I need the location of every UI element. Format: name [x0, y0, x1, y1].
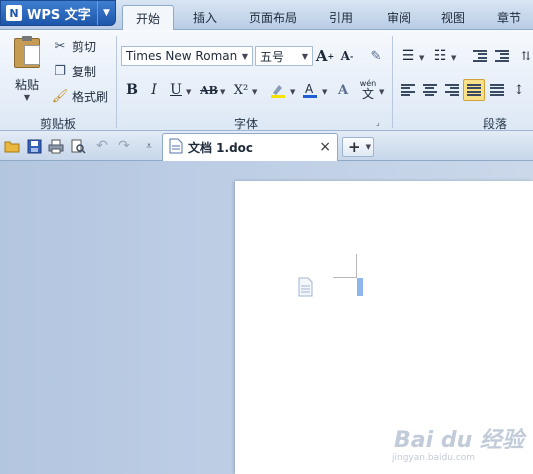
- highlight-button[interactable]: [268, 80, 288, 100]
- clipboard-group-label: 剪贴板: [40, 117, 77, 131]
- copy-icon: ❐: [54, 63, 66, 79]
- copy-label: 复制: [72, 64, 97, 79]
- highlighter-icon: [271, 85, 285, 98]
- paste-button[interactable]: 粘贴 ▼: [8, 36, 46, 106]
- strikethrough-button[interactable]: AB: [198, 80, 220, 100]
- chevron-down-icon[interactable]: ▼: [220, 88, 225, 96]
- distributed-align-icon[interactable]: [487, 80, 507, 100]
- char-shading-icon[interactable]: A: [333, 80, 353, 100]
- copy-button[interactable]: ❐ 复制: [52, 61, 96, 81]
- close-icon[interactable]: ×: [319, 139, 331, 155]
- chevron-down-icon[interactable]: ▼: [379, 88, 384, 96]
- chevron-down-icon[interactable]: ▼: [97, 1, 115, 25]
- font-group-label: 字体: [234, 117, 259, 131]
- tab-page-layout[interactable]: 页面布局: [240, 5, 306, 30]
- tab-home[interactable]: 开始: [122, 5, 174, 30]
- justify-icon: [467, 84, 481, 96]
- line-spacing-icon[interactable]: ↕: [509, 80, 529, 100]
- scissors-icon: ✂: [54, 38, 66, 54]
- decrease-indent-icon[interactable]: [470, 46, 490, 66]
- chevron-down-icon[interactable]: ▼: [366, 143, 371, 151]
- chevron-down-icon[interactable]: ▼: [451, 54, 456, 62]
- shrink-font-button[interactable]: A-: [337, 46, 357, 66]
- increase-indent-icon[interactable]: [492, 46, 512, 66]
- divider: [392, 36, 393, 128]
- chevron-down-icon[interactable]: ▼: [419, 54, 424, 62]
- format-painter-label: 格式刷: [72, 89, 109, 104]
- bullet-list-icon[interactable]: ☰: [398, 46, 418, 66]
- underline-button[interactable]: U: [166, 80, 186, 100]
- print-preview-icon[interactable]: [69, 137, 87, 155]
- new-tab-button[interactable]: + ▼: [342, 137, 374, 157]
- tab-section[interactable]: 章节: [485, 5, 533, 30]
- watermark-text: Bai du 经验: [394, 428, 524, 453]
- wps-logo-icon: N: [6, 5, 22, 21]
- format-painter-button[interactable]: 🖌 格式刷: [52, 86, 108, 106]
- paste-label: 粘贴: [14, 78, 39, 92]
- app-title: WPS 文字: [27, 7, 91, 23]
- phonetic-char-icon: 文: [361, 87, 374, 101]
- chevron-down-icon[interactable]: ▼: [238, 47, 252, 65]
- margin-mark: [333, 277, 357, 278]
- document-tab-title: 文档 1.doc: [188, 141, 254, 155]
- font-name-value: Times New Roman: [126, 49, 238, 63]
- font-size-select[interactable]: 五号 ▼: [255, 46, 313, 66]
- tab-insert[interactable]: 插入: [180, 5, 230, 30]
- dialog-launcher-icon[interactable]: ⌟: [376, 118, 380, 127]
- justify-button[interactable]: [463, 79, 485, 101]
- customize-toolbar-icon[interactable]: ⩡: [140, 137, 158, 155]
- align-center-icon[interactable]: [420, 80, 440, 100]
- font-color-button[interactable]: A: [300, 80, 320, 100]
- paste-option-icon[interactable]: [298, 277, 314, 300]
- chevron-down-icon[interactable]: ▼: [24, 93, 30, 102]
- baidu-watermark: Bai du 经验 jingyan.baidu.com: [382, 420, 532, 474]
- paragraph-group-label: 段落: [483, 117, 508, 131]
- grow-font-button[interactable]: A +: [315, 46, 335, 66]
- save-icon[interactable]: [25, 137, 43, 155]
- phonetic-guide-button[interactable]: wén 文: [356, 78, 380, 102]
- document-tab[interactable]: 文档 1.doc ×: [162, 133, 338, 161]
- sort-icon[interactable]: ⇅: [516, 46, 533, 66]
- bold-button[interactable]: B: [122, 80, 142, 100]
- chevron-down-icon[interactable]: ▼: [322, 88, 327, 96]
- font-name-select[interactable]: Times New Roman ▼: [121, 46, 253, 66]
- undo-icon[interactable]: ↶: [93, 137, 111, 155]
- italic-button[interactable]: I: [144, 80, 164, 100]
- tab-view[interactable]: 视图: [430, 5, 476, 30]
- divider: [116, 36, 117, 128]
- chevron-down-icon[interactable]: ▼: [298, 47, 312, 65]
- plus-icon: +: [348, 138, 361, 156]
- ribbon: 粘贴 ▼ ✂ 剪切 ❐ 复制 🖌 格式刷 剪贴板 Times New Roman…: [0, 30, 533, 131]
- font-size-value: 五号: [260, 49, 285, 64]
- align-left-icon[interactable]: [398, 80, 418, 100]
- font-color-icon: A: [303, 82, 317, 98]
- superscript-button[interactable]: X²: [230, 80, 252, 100]
- text-cursor: [357, 278, 363, 296]
- tab-review[interactable]: 审阅: [374, 5, 424, 30]
- tab-references[interactable]: 引用: [316, 5, 366, 30]
- clear-format-icon[interactable]: ✎: [366, 46, 386, 66]
- print-icon[interactable]: [47, 137, 65, 155]
- watermark-subtext: jingyan.baidu.com: [392, 453, 476, 463]
- brush-icon: 🖌: [51, 88, 69, 104]
- redo-icon[interactable]: ↷: [115, 137, 133, 155]
- svg-text:A: A: [305, 82, 314, 96]
- chevron-down-icon[interactable]: ▼: [252, 88, 257, 96]
- menu-bar: N WPS 文字 ▼ 开始 插入 页面布局 引用 审阅 视图 章节: [0, 0, 533, 30]
- chevron-down-icon[interactable]: ▼: [186, 88, 191, 96]
- align-right-icon[interactable]: [442, 80, 462, 100]
- document-icon: [169, 138, 183, 157]
- margin-mark: [356, 254, 357, 278]
- open-folder-icon[interactable]: [3, 137, 21, 155]
- numbered-list-icon[interactable]: ☷: [430, 46, 450, 66]
- cut-button[interactable]: ✂ 剪切: [52, 36, 96, 56]
- chevron-down-icon[interactable]: ▼: [290, 88, 295, 96]
- app-menu-button[interactable]: N WPS 文字 ▼: [0, 0, 116, 26]
- cut-label: 剪切: [72, 39, 97, 54]
- paste-icon: [14, 36, 40, 68]
- quick-access-toolbar: ↶ ↷ ⩡ 文档 1.doc × + ▼: [0, 131, 533, 161]
